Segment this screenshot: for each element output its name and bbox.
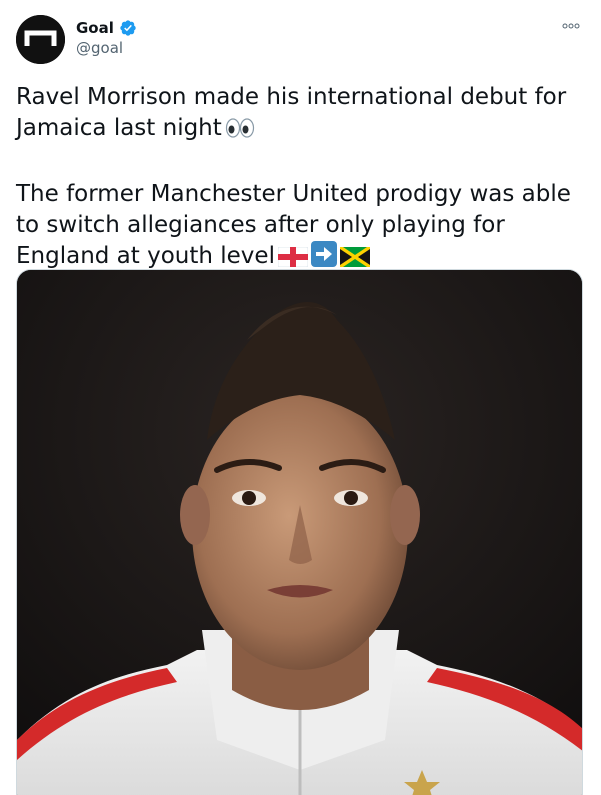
tweet-paragraph-2: The former Manchester United prodigy was…: [16, 179, 581, 276]
tweet-media-photo[interactable]: [16, 269, 583, 795]
more-dots-icon: [562, 23, 580, 29]
avatar[interactable]: [16, 15, 65, 64]
display-name[interactable]: Goal: [76, 18, 114, 38]
display-name-row: Goal: [76, 18, 137, 38]
tweet-header: Goal @goal: [16, 14, 585, 70]
player-portrait-image: [17, 270, 582, 795]
verified-badge-icon: [120, 20, 136, 36]
tweet-paragraph-1-text: Ravel Morrison made his international de…: [16, 84, 567, 141]
author-handle[interactable]: @goal: [76, 38, 137, 58]
goal-logo-icon: [16, 15, 65, 64]
more-options-button[interactable]: [559, 18, 583, 34]
tweet-paragraph-1: Ravel Morrison made his international de…: [16, 82, 581, 148]
author-names: Goal @goal: [76, 18, 137, 58]
tweet-card: Goal @goal Ravel Morrison made his inter…: [0, 0, 601, 795]
eyes-emoji: [225, 117, 255, 148]
tweet-text: Ravel Morrison made his international de…: [16, 82, 585, 276]
